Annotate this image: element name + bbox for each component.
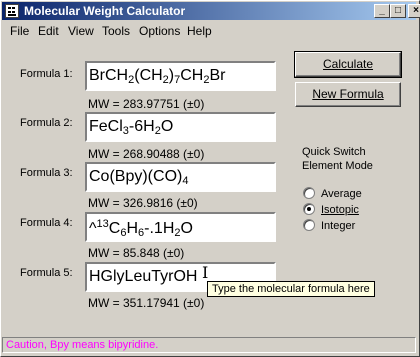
formula-tooltip: Type the molecular formula here <box>207 281 375 297</box>
minimize-button[interactable]: _ <box>374 4 390 18</box>
element-mode-label: Element Mode <box>302 160 373 172</box>
radio-isotopic-icon[interactable] <box>303 203 315 215</box>
formula-4-input[interactable]: ^13C6H6-.1H2O <box>85 212 276 242</box>
formula-1-label: Formula 1: <box>20 68 73 80</box>
menu-options[interactable]: Options <box>139 24 180 38</box>
radio-average[interactable]: Average <box>303 187 362 200</box>
status-bar: Caution, Bpy means bipyridine. <box>2 337 416 353</box>
new-formula-button[interactable]: New Formula <box>295 82 401 107</box>
quick-switch-label: Quick Switch <box>302 146 366 158</box>
radio-isotopic[interactable]: Isotopic <box>303 203 359 216</box>
formula-3-label: Formula 3: <box>20 167 73 179</box>
radio-integer[interactable]: Integer <box>303 219 355 232</box>
menu-edit[interactable]: Edit <box>38 24 59 38</box>
radio-average-icon[interactable] <box>303 187 315 199</box>
formula-1-mw: MW = 283.97751 (±0) <box>88 97 205 111</box>
formula-3-mw: MW = 326.9816 (±0) <box>88 196 198 210</box>
text-cursor-icon: I <box>202 263 209 282</box>
formula-2-input[interactable]: FeCl3-6H2O <box>85 112 276 142</box>
title-bar[interactable]: Molecular Weight Calculator _ □ × <box>2 2 420 20</box>
formula-3-input[interactable]: Co(Bpy)(CO)4 <box>85 162 276 192</box>
menu-help[interactable]: Help <box>187 24 212 38</box>
formula-4-label: Formula 4: <box>20 217 73 229</box>
formula-4-mw: MW = 85.848 (±0) <box>88 246 185 260</box>
close-button[interactable]: × <box>408 4 420 18</box>
formula-2-label: Formula 2: <box>20 117 73 129</box>
menu-view[interactable]: View <box>68 24 94 38</box>
formula-2-mw: MW = 268.90488 (±0) <box>88 147 205 161</box>
app-icon <box>5 4 19 18</box>
calculate-button[interactable]: Calculate <box>294 51 402 78</box>
formula-5-label: Formula 5: <box>20 267 73 279</box>
formula-1-input[interactable]: BrCH2(CH2)7CH2Br <box>85 61 276 91</box>
radio-integer-icon[interactable] <box>303 219 315 231</box>
window-title: Molecular Weight Calculator <box>24 4 186 18</box>
menu-file[interactable]: File <box>10 24 29 38</box>
menu-tools[interactable]: Tools <box>102 24 130 38</box>
maximize-button[interactable]: □ <box>390 4 406 18</box>
menu-bar: File Edit View Tools Options Help <box>2 22 416 40</box>
formula-5-mw: MW = 351.17941 (±0) <box>88 296 205 310</box>
